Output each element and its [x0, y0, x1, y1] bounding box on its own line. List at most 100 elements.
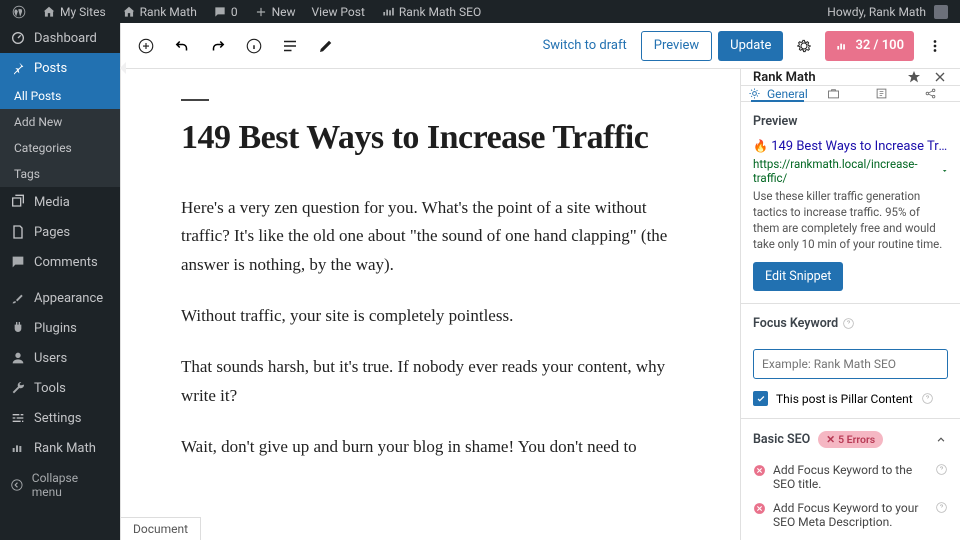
collapse-menu[interactable]: Collapse menu: [0, 463, 120, 507]
focus-keyword-input[interactable]: [753, 349, 948, 379]
outline-button[interactable]: [275, 31, 305, 61]
tab-advanced[interactable]: [810, 86, 857, 101]
preview-section: Preview 🔥 149 Best Ways to Increase Traf…: [741, 102, 960, 304]
info-button[interactable]: [239, 31, 269, 61]
serp-description: Use these killer traffic generation tact…: [753, 188, 948, 252]
help-icon[interactable]: [935, 501, 948, 514]
help-icon[interactable]: [935, 463, 948, 476]
rm-seo-link[interactable]: Rank Math SEO: [375, 5, 487, 19]
focus-keyword-section: Focus Keyword This post is Pillar Conten…: [741, 304, 960, 419]
my-sites-link[interactable]: My Sites: [36, 5, 112, 19]
preview-button[interactable]: Preview: [641, 31, 712, 61]
redo-icon: [209, 37, 227, 55]
sidebar-item-comments[interactable]: Comments: [0, 247, 120, 277]
sidebar-item-settings[interactable]: Settings: [0, 403, 120, 433]
sidebar-item-media[interactable]: Media: [0, 187, 120, 217]
posts-submenu: All Posts Add New Categories Tags: [0, 83, 120, 187]
pencil-icon: [317, 37, 335, 55]
comment-icon: [10, 254, 26, 270]
sidebar-item-plugins[interactable]: Plugins: [0, 313, 120, 343]
document-tab[interactable]: Document: [121, 517, 201, 540]
comment-icon: [213, 5, 227, 19]
editor-canvas[interactable]: 149 Best Ways to Increase Traffic Here's…: [121, 69, 740, 540]
comments-link[interactable]: 0: [207, 5, 244, 19]
star-icon[interactable]: [906, 69, 922, 85]
sidebar-item-appearance[interactable]: Appearance: [0, 283, 120, 313]
sidebar-sub-categories[interactable]: Categories: [0, 135, 120, 161]
gear-icon: [747, 86, 762, 101]
post-body[interactable]: Here's a very zen question for you. What…: [181, 194, 680, 462]
sidebar-item-users[interactable]: Users: [0, 343, 120, 373]
pillar-checkbox[interactable]: [753, 391, 768, 406]
fire-icon: 🔥: [753, 139, 768, 153]
error-badge: ✕ 5 Errors: [818, 431, 883, 448]
undo-button[interactable]: [167, 31, 197, 61]
update-button[interactable]: Update: [718, 31, 783, 61]
close-icon[interactable]: [932, 69, 948, 85]
error-icon: [753, 502, 766, 515]
sidebar-sub-all-posts[interactable]: All Posts: [0, 83, 120, 109]
post-title[interactable]: 149 Best Ways to Increase Traffic: [181, 117, 680, 160]
howdy-link[interactable]: Howdy, Rank Math: [821, 5, 954, 19]
home-icon: [42, 5, 56, 19]
admin-sidebar: Dashboard Posts All Posts Add New Catego…: [0, 23, 120, 540]
home-icon: [122, 5, 136, 19]
tab-social[interactable]: [907, 86, 954, 101]
paragraph[interactable]: Without traffic, your site is completely…: [181, 302, 680, 331]
admin-bar: My Sites Rank Math 0 New View Post Rank …: [0, 0, 960, 23]
check-icon: [756, 394, 766, 404]
avatar: [934, 5, 948, 19]
sidebar-sub-add-new[interactable]: Add New: [0, 109, 120, 135]
paragraph[interactable]: Here's a very zen question for you. What…: [181, 194, 680, 281]
preview-label: Preview: [753, 114, 948, 129]
sliders-icon: [10, 410, 26, 426]
chart-icon: [10, 440, 26, 456]
sidebar-item-tools[interactable]: Tools: [0, 373, 120, 403]
edit-snippet-button[interactable]: Edit Snippet: [753, 262, 843, 291]
schema-icon: [874, 86, 889, 101]
tab-schema[interactable]: [859, 86, 906, 101]
brush-icon: [10, 290, 26, 306]
panel-title: Rank Math: [753, 70, 816, 85]
more-button[interactable]: [920, 31, 950, 61]
view-post-link[interactable]: View Post: [306, 5, 371, 19]
site-link[interactable]: Rank Math: [116, 5, 203, 19]
add-block-button[interactable]: [131, 31, 161, 61]
editor: Switch to draft Preview Update 32 / 100 …: [120, 23, 960, 540]
list-icon: [281, 37, 299, 55]
new-link[interactable]: New: [248, 5, 302, 19]
paragraph[interactable]: Wait, don't give up and burn your blog i…: [181, 433, 680, 462]
panel-header: Rank Math: [741, 69, 960, 86]
media-icon: [10, 194, 26, 210]
paragraph[interactable]: That sounds harsh, but it's true. If nob…: [181, 353, 680, 411]
sidebar-item-pages[interactable]: Pages: [0, 217, 120, 247]
page-icon: [10, 224, 26, 240]
seo-score-badge[interactable]: 32 / 100: [825, 31, 914, 61]
edit-button[interactable]: [311, 31, 341, 61]
basic-seo-toggle[interactable]: Basic SEO ✕ 5 Errors: [753, 431, 948, 448]
collapse-icon: [10, 478, 24, 492]
chart-icon: [835, 39, 849, 53]
dashboard-icon: [10, 30, 26, 46]
plug-icon: [10, 320, 26, 336]
switch-draft-link[interactable]: Switch to draft: [535, 38, 635, 53]
more-icon: [926, 37, 944, 55]
tab-general[interactable]: General: [747, 86, 808, 101]
help-icon[interactable]: [921, 392, 934, 405]
wp-logo[interactable]: [6, 5, 32, 19]
error-icon: [753, 464, 766, 477]
sidebar-item-dashboard[interactable]: Dashboard: [0, 23, 120, 53]
wrench-icon: [10, 380, 26, 396]
sidebar-item-posts[interactable]: Posts: [0, 53, 120, 83]
editor-toolbar: Switch to draft Preview Update 32 / 100: [121, 23, 960, 69]
sidebar-item-rank-math[interactable]: Rank Math: [0, 433, 120, 463]
help-icon[interactable]: [842, 317, 855, 330]
settings-button[interactable]: [789, 31, 819, 61]
user-icon: [10, 350, 26, 366]
plus-circle-icon: [137, 37, 155, 55]
chart-icon: [381, 5, 395, 19]
redo-button[interactable]: [203, 31, 233, 61]
caret-down-icon: [941, 167, 948, 175]
panel-tabs: General: [741, 86, 960, 102]
sidebar-sub-tags[interactable]: Tags: [0, 161, 120, 187]
